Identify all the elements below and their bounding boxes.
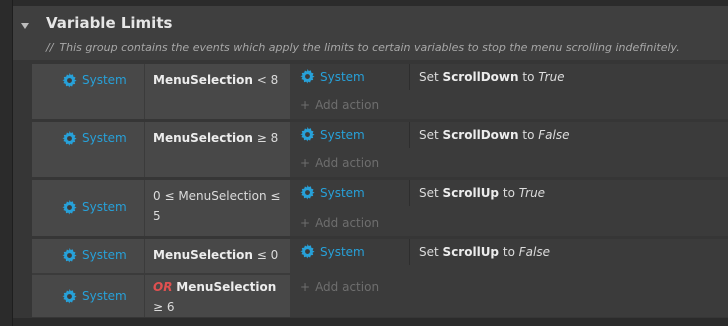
gear-icon	[300, 185, 315, 200]
comment-slashes: //	[46, 41, 54, 54]
action-text: Set ScrollDown to False	[419, 128, 569, 142]
add-action-label: Add action	[315, 280, 380, 294]
action-block: System Set ScrollUp to True + Add action	[292, 180, 728, 236]
gear-icon	[300, 127, 315, 142]
plus-icon: +	[300, 156, 311, 170]
action-to: to	[522, 70, 535, 84]
condition-object[interactable]: System	[62, 128, 154, 148]
action-value: True	[538, 70, 565, 84]
action-verb: Set	[419, 70, 439, 84]
action-row[interactable]: System Set ScrollDown to True	[292, 64, 728, 90]
gear-icon	[300, 69, 315, 84]
add-action-label: Add action	[315, 216, 380, 230]
condition-block[interactable]: System MenuSelection < 8	[32, 64, 290, 119]
condition-variable: MenuSelection	[176, 280, 277, 294]
action-row[interactable]: System Set ScrollUp to True	[292, 180, 728, 206]
plus-icon: +	[300, 216, 311, 230]
action-to: to	[502, 186, 515, 200]
add-action-link[interactable]: + Add action	[300, 280, 379, 294]
condition-operator: < 8	[256, 73, 279, 87]
add-action-label: Add action	[315, 156, 380, 170]
add-action-link[interactable]: + Add action	[300, 156, 379, 170]
group-header[interactable]: Variable Limits // This group contains th…	[13, 6, 728, 60]
system-label: System	[82, 131, 127, 145]
action-verb: Set	[419, 128, 439, 142]
event-group: Variable Limits // This group contains th…	[13, 6, 728, 318]
action-object[interactable]: System	[300, 69, 365, 84]
action-to: to	[522, 128, 535, 142]
action-row[interactable]: System Set ScrollUp to False	[292, 239, 728, 265]
gear-icon	[62, 248, 77, 263]
action-text: Set ScrollUp to True	[419, 186, 545, 200]
event-row[interactable]: System 0 ≤ MenuSelection ≤ 5 System Set …	[32, 180, 728, 236]
action-value: False	[518, 245, 550, 259]
gear-icon	[62, 131, 77, 146]
condition-object[interactable]: System	[62, 286, 154, 306]
group-description: // This group contains the events which a…	[46, 41, 680, 54]
add-action-label: Add action	[315, 98, 380, 112]
condition-block[interactable]: System MenuSelection ≤ 0	[32, 239, 290, 273]
plus-icon: +	[300, 280, 311, 294]
action-object[interactable]: System	[300, 244, 365, 259]
system-label: System	[82, 248, 127, 262]
or-keyword: OR	[153, 280, 173, 294]
action-text: Set ScrollDown to True	[419, 70, 565, 84]
condition-text[interactable]: MenuSelection < 8	[153, 70, 285, 90]
action-variable: ScrollDown	[442, 128, 519, 142]
condition-text[interactable]: MenuSelection ≥ 8	[153, 128, 285, 148]
condition-block[interactable]: System MenuSelection ≥ 8	[32, 122, 290, 177]
condition-variable: MenuSelection	[153, 248, 253, 262]
system-label: System	[320, 185, 365, 200]
action-row[interactable]: System Set ScrollDown to False	[292, 122, 728, 148]
action-object[interactable]: System	[300, 127, 365, 142]
condition-operator: ≥ 6	[153, 300, 175, 314]
condition-object[interactable]: System	[62, 245, 154, 265]
action-object[interactable]: System	[300, 185, 365, 200]
action-verb: Set	[419, 245, 439, 259]
system-label: System	[82, 200, 127, 214]
action-value: True	[518, 186, 546, 200]
action-value: False	[538, 128, 570, 142]
system-label: System	[320, 127, 365, 142]
event-row[interactable]: System MenuSelection < 8 System Set Scro…	[32, 64, 728, 119]
condition-operator: ≥ 8	[256, 131, 279, 145]
gear-icon	[62, 289, 77, 304]
condition-operator: ≤ 0	[256, 248, 279, 262]
condition-object[interactable]: System	[62, 70, 154, 90]
action-block: System Set ScrollUp to False + Add action	[292, 239, 728, 317]
action-block: System Set ScrollDown to True + Add actio…	[292, 64, 728, 119]
condition-block[interactable]: System 0 ≤ MenuSelection ≤ 5	[32, 180, 290, 236]
condition-variable: MenuSelection	[153, 131, 253, 145]
action-verb: Set	[419, 186, 439, 200]
action-variable: ScrollDown	[442, 70, 519, 84]
action-to: to	[502, 245, 515, 259]
action-block: System Set ScrollDown to False + Add acti…	[292, 122, 728, 177]
condition-text[interactable]: MenuSelection ≤ 0	[153, 245, 285, 265]
add-action-link[interactable]: + Add action	[300, 216, 379, 230]
gear-icon	[62, 200, 77, 215]
system-label: System	[320, 244, 365, 259]
condition-variable: MenuSelection	[153, 73, 253, 87]
condition-text[interactable]: OR MenuSelection ≥ 6	[153, 277, 285, 317]
action-variable: ScrollUp	[442, 245, 500, 259]
system-label: System	[82, 73, 127, 87]
action-text: Set ScrollUp to False	[419, 245, 550, 259]
group-description-text: This group contains the events which app…	[59, 41, 680, 54]
collapse-triangle-icon[interactable]	[21, 23, 29, 29]
system-label: System	[82, 289, 127, 303]
action-variable: ScrollUp	[442, 186, 500, 200]
plus-icon: +	[300, 98, 311, 112]
gear-icon	[300, 244, 315, 259]
group-title: Variable Limits	[46, 14, 173, 32]
event-row[interactable]: System MenuSelection ≥ 8 System Set Scro…	[32, 122, 728, 177]
gear-icon	[62, 73, 77, 88]
condition-object[interactable]: System	[62, 197, 154, 217]
event-row[interactable]: System MenuSelection ≤ 0 System OR MenuS…	[32, 239, 728, 317]
add-action-link[interactable]: + Add action	[300, 98, 379, 112]
system-label: System	[320, 69, 365, 84]
condition-block[interactable]: System OR MenuSelection ≥ 6	[32, 275, 290, 317]
condition-text[interactable]: 0 ≤ MenuSelection ≤ 5	[153, 186, 285, 226]
